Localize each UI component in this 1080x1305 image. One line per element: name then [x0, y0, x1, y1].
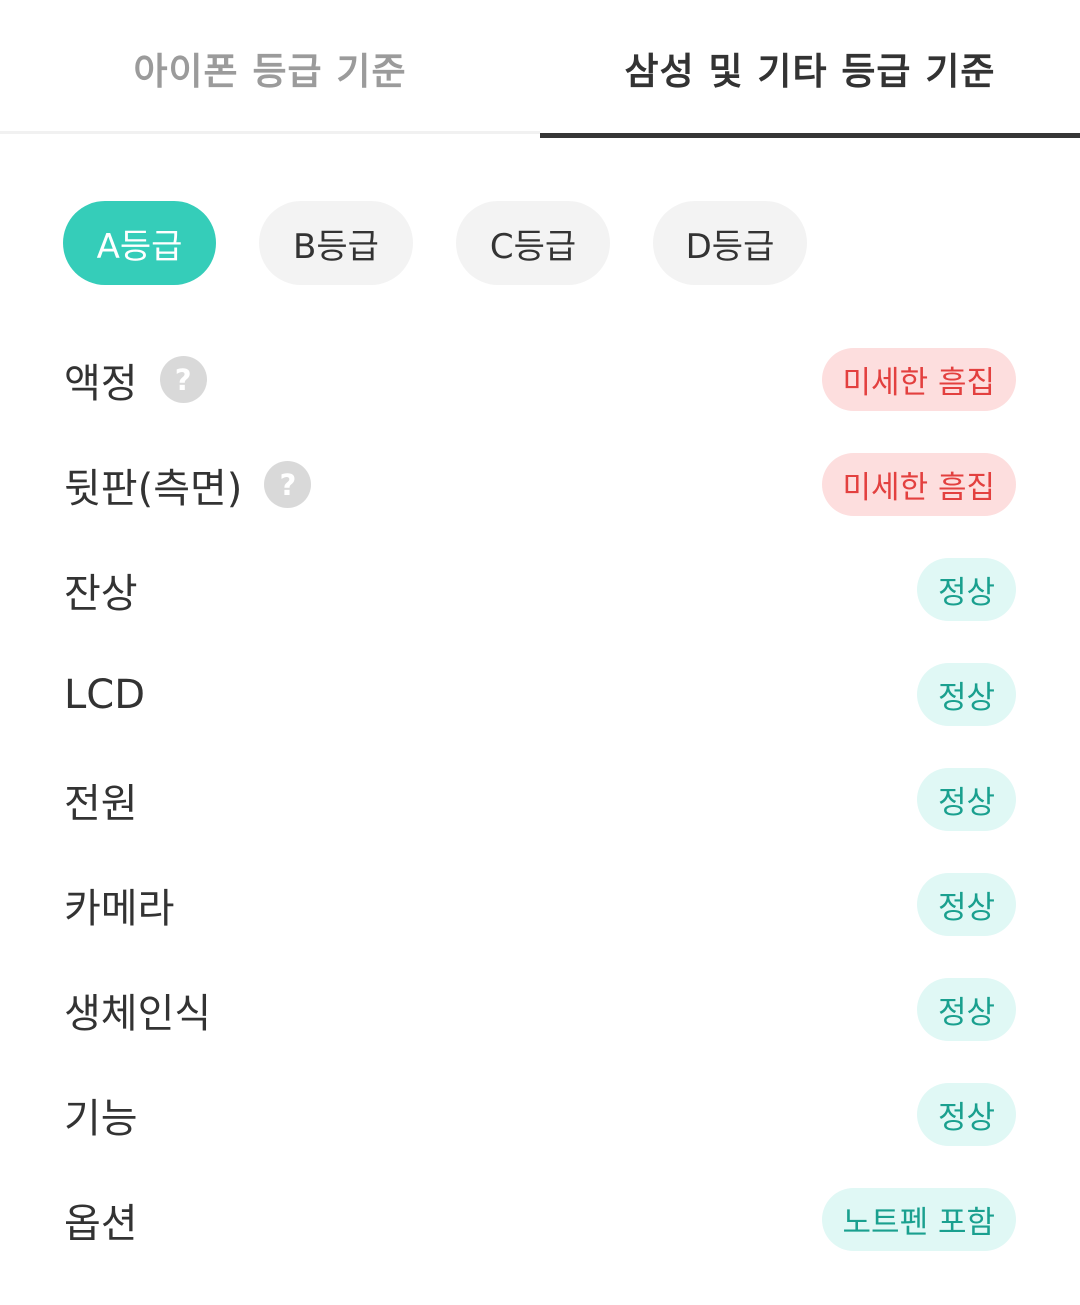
help-icon[interactable]: ?	[159, 356, 207, 403]
criteria-label: 액정	[64, 360, 138, 407]
criteria-row-back-side: 뒷판(측면) ? 미세한 흠집	[0, 432, 1080, 537]
criteria-label: 기능	[64, 1095, 138, 1142]
grade-criteria-list: 액정 ? 미세한 흠집 뒷판(측면) ? 미세한 흠집 잔상 정상 LCD 정상…	[0, 327, 1080, 1272]
help-icon[interactable]: ?	[264, 461, 312, 508]
status-badge: 정상	[916, 873, 1016, 936]
criteria-label: 뒷판(측면)	[64, 465, 243, 512]
grade-chip-b[interactable]: B등급	[259, 201, 413, 285]
tab-iphone-grade-label: 아이폰 등급 기준	[133, 50, 407, 93]
criteria-row-biometrics: 생체인식 정상	[0, 957, 1080, 1062]
status-badge: 노트펜 포함	[821, 1188, 1016, 1251]
tab-samsung-other-grade-underline	[540, 133, 1080, 138]
criteria-label: 잔상	[64, 570, 138, 617]
criteria-row-function: 기능 정상	[0, 1062, 1080, 1167]
criteria-label: 옵션	[64, 1200, 138, 1247]
criteria-label: 카메라	[64, 885, 175, 932]
status-badge: 정상	[916, 663, 1016, 726]
status-badge: 정상	[916, 558, 1016, 621]
status-badge: 정상	[916, 978, 1016, 1041]
status-badge: 미세한 흠집	[821, 348, 1016, 411]
criteria-label: 전원	[64, 780, 138, 827]
tab-samsung-other-grade[interactable]: 삼성 및 기타 등급 기준	[540, 0, 1080, 138]
status-badge: 미세한 흠집	[821, 453, 1016, 516]
criteria-row-camera: 카메라 정상	[0, 852, 1080, 957]
tab-samsung-other-grade-label: 삼성 및 기타 등급 기준	[624, 50, 996, 93]
criteria-label-wrap: 액정 ?	[64, 327, 207, 432]
grade-selector: A등급 B등급 C등급 D등급	[63, 201, 850, 285]
criteria-row-screen: 액정 ? 미세한 흠집	[0, 327, 1080, 432]
grade-criteria-tabs: 아이폰 등급 기준 삼성 및 기타 등급 기준	[0, 0, 1080, 138]
criteria-row-option: 옵션 노트펜 포함	[0, 1167, 1080, 1272]
grade-chip-a[interactable]: A등급	[63, 201, 216, 285]
tab-iphone-grade-underline	[0, 131, 540, 134]
criteria-label: LCD	[64, 671, 146, 718]
criteria-label: 생체인식	[64, 990, 212, 1037]
criteria-row-power: 전원 정상	[0, 747, 1080, 852]
criteria-row-afterimage: 잔상 정상	[0, 537, 1080, 642]
status-badge: 정상	[916, 768, 1016, 831]
grade-chip-d[interactable]: D등급	[653, 201, 807, 285]
criteria-row-lcd: LCD 정상	[0, 642, 1080, 747]
status-badge: 정상	[916, 1083, 1016, 1146]
criteria-label-wrap: 뒷판(측면) ?	[64, 432, 312, 537]
grade-chip-c[interactable]: C등급	[456, 201, 610, 285]
tab-iphone-grade[interactable]: 아이폰 등급 기준	[0, 0, 540, 138]
